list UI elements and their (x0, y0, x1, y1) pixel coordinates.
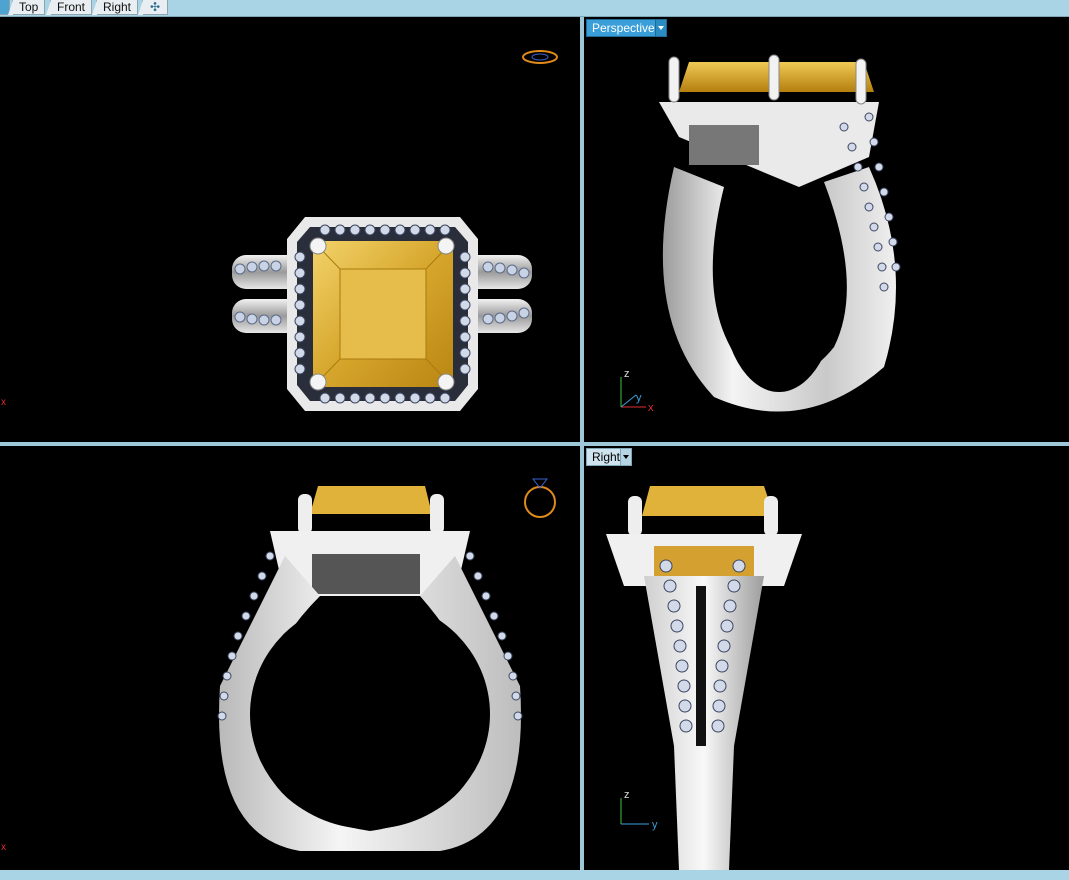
right-y-axis: y (652, 819, 658, 831)
chevron-down-icon[interactable] (620, 449, 632, 465)
perspective-ring-render: z y x (620, 54, 901, 414)
top-view-ring-render (232, 50, 558, 411)
viewport-top[interactable]: x (0, 17, 580, 442)
viewport-tab-strip: Top Front Right ✣ (0, 0, 1069, 17)
tab-top[interactable]: Top (7, 0, 46, 15)
add-tab-button[interactable]: ✣ (138, 0, 168, 15)
viewport-grid: x z y x Perspective x z y Right (0, 17, 1069, 870)
tab-right[interactable]: Right (91, 0, 139, 15)
viewport-right[interactable]: z y Right (584, 446, 1069, 870)
tab-front[interactable]: Front (45, 0, 93, 15)
status-strip (0, 870, 1069, 880)
x-axis-label: x (1, 397, 6, 408)
viewport-label-perspective[interactable]: Perspective (586, 19, 667, 37)
right-z-axis: z (624, 789, 630, 801)
perspective-z-axis: z (624, 368, 630, 380)
perspective-x-axis: x (648, 402, 654, 414)
viewport-perspective[interactable]: z y x Perspective (584, 17, 1069, 442)
front-view-ring-render (217, 478, 556, 851)
perspective-y-axis: y (636, 392, 642, 404)
viewport-front[interactable]: x (0, 446, 580, 870)
plus-icon: ✣ (149, 0, 161, 14)
viewport-label-right[interactable]: Right (586, 448, 633, 466)
chevron-down-icon[interactable] (654, 20, 666, 36)
front-x-axis-label: x (1, 842, 6, 853)
right-view-ring-render: z y (606, 486, 802, 870)
